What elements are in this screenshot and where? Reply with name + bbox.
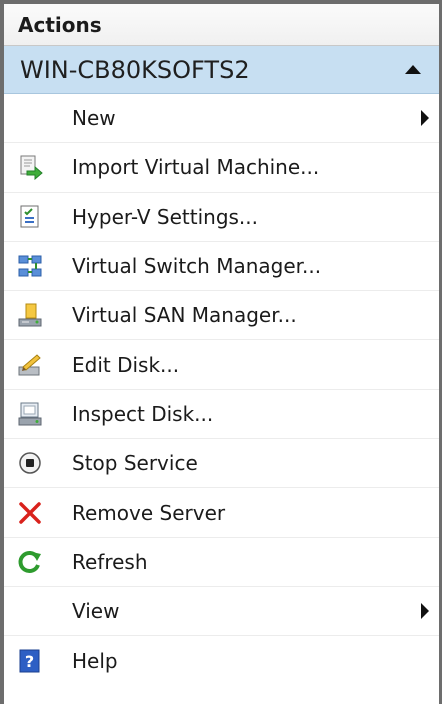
action-stop-service[interactable]: Stop Service xyxy=(4,439,439,489)
help-icon: ? xyxy=(16,647,44,675)
action-label: Edit Disk... xyxy=(72,352,180,377)
inspect-disk-icon xyxy=(16,400,44,428)
virtual-san-icon xyxy=(16,301,44,329)
action-label: Import Virtual Machine... xyxy=(72,155,320,180)
action-label: Stop Service xyxy=(72,451,198,476)
action-virtual-switch-manager[interactable]: Virtual Switch Manager... xyxy=(4,242,439,292)
action-label: Inspect Disk... xyxy=(72,401,214,426)
action-label: Hyper-V Settings... xyxy=(72,204,259,229)
edit-disk-icon xyxy=(16,351,44,379)
refresh-icon xyxy=(16,548,44,576)
action-inspect-disk[interactable]: Inspect Disk... xyxy=(4,390,439,440)
action-label: Remove Server xyxy=(72,500,226,525)
action-label: Refresh xyxy=(72,549,148,574)
import-vm-icon xyxy=(16,153,44,181)
remove-server-icon xyxy=(16,499,44,527)
action-label: View xyxy=(72,599,120,624)
actions-list: New Import Virtual Machine... Hyper-V Se… xyxy=(4,94,439,686)
action-refresh[interactable]: Refresh xyxy=(4,538,439,587)
server-group-header[interactable]: WIN-CB80KSOFTS2 xyxy=(4,46,439,94)
action-new[interactable]: New xyxy=(4,94,439,144)
submenu-arrow-icon xyxy=(421,110,429,127)
action-view[interactable]: View xyxy=(4,587,439,637)
action-virtual-san-manager[interactable]: Virtual SAN Manager... xyxy=(4,291,439,341)
actions-pane-header: Actions xyxy=(4,4,439,46)
action-edit-disk[interactable]: Edit Disk... xyxy=(4,340,439,390)
action-label: Help xyxy=(72,648,118,673)
action-label: Virtual Switch Manager... xyxy=(72,254,322,279)
submenu-arrow-icon xyxy=(421,603,429,620)
action-label: New xyxy=(72,106,116,131)
action-remove-server[interactable]: Remove Server xyxy=(4,488,439,538)
server-group-title: WIN-CB80KSOFTS2 xyxy=(20,55,250,84)
stop-service-icon xyxy=(16,449,44,477)
virtual-switch-icon xyxy=(16,252,44,280)
action-help[interactable]: ? Help xyxy=(4,636,439,685)
svg-text:?: ? xyxy=(25,652,34,671)
hyperv-settings-icon xyxy=(16,203,44,231)
action-hyperv-settings[interactable]: Hyper-V Settings... xyxy=(4,193,439,242)
action-import-virtual-machine[interactable]: Import Virtual Machine... xyxy=(4,143,439,193)
action-label: Virtual SAN Manager... xyxy=(72,303,297,328)
actions-pane-title: Actions xyxy=(18,12,102,37)
collapse-arrow-icon[interactable] xyxy=(405,65,421,74)
actions-pane: Actions WIN-CB80KSOFTS2 New Import Virtu… xyxy=(0,0,442,704)
